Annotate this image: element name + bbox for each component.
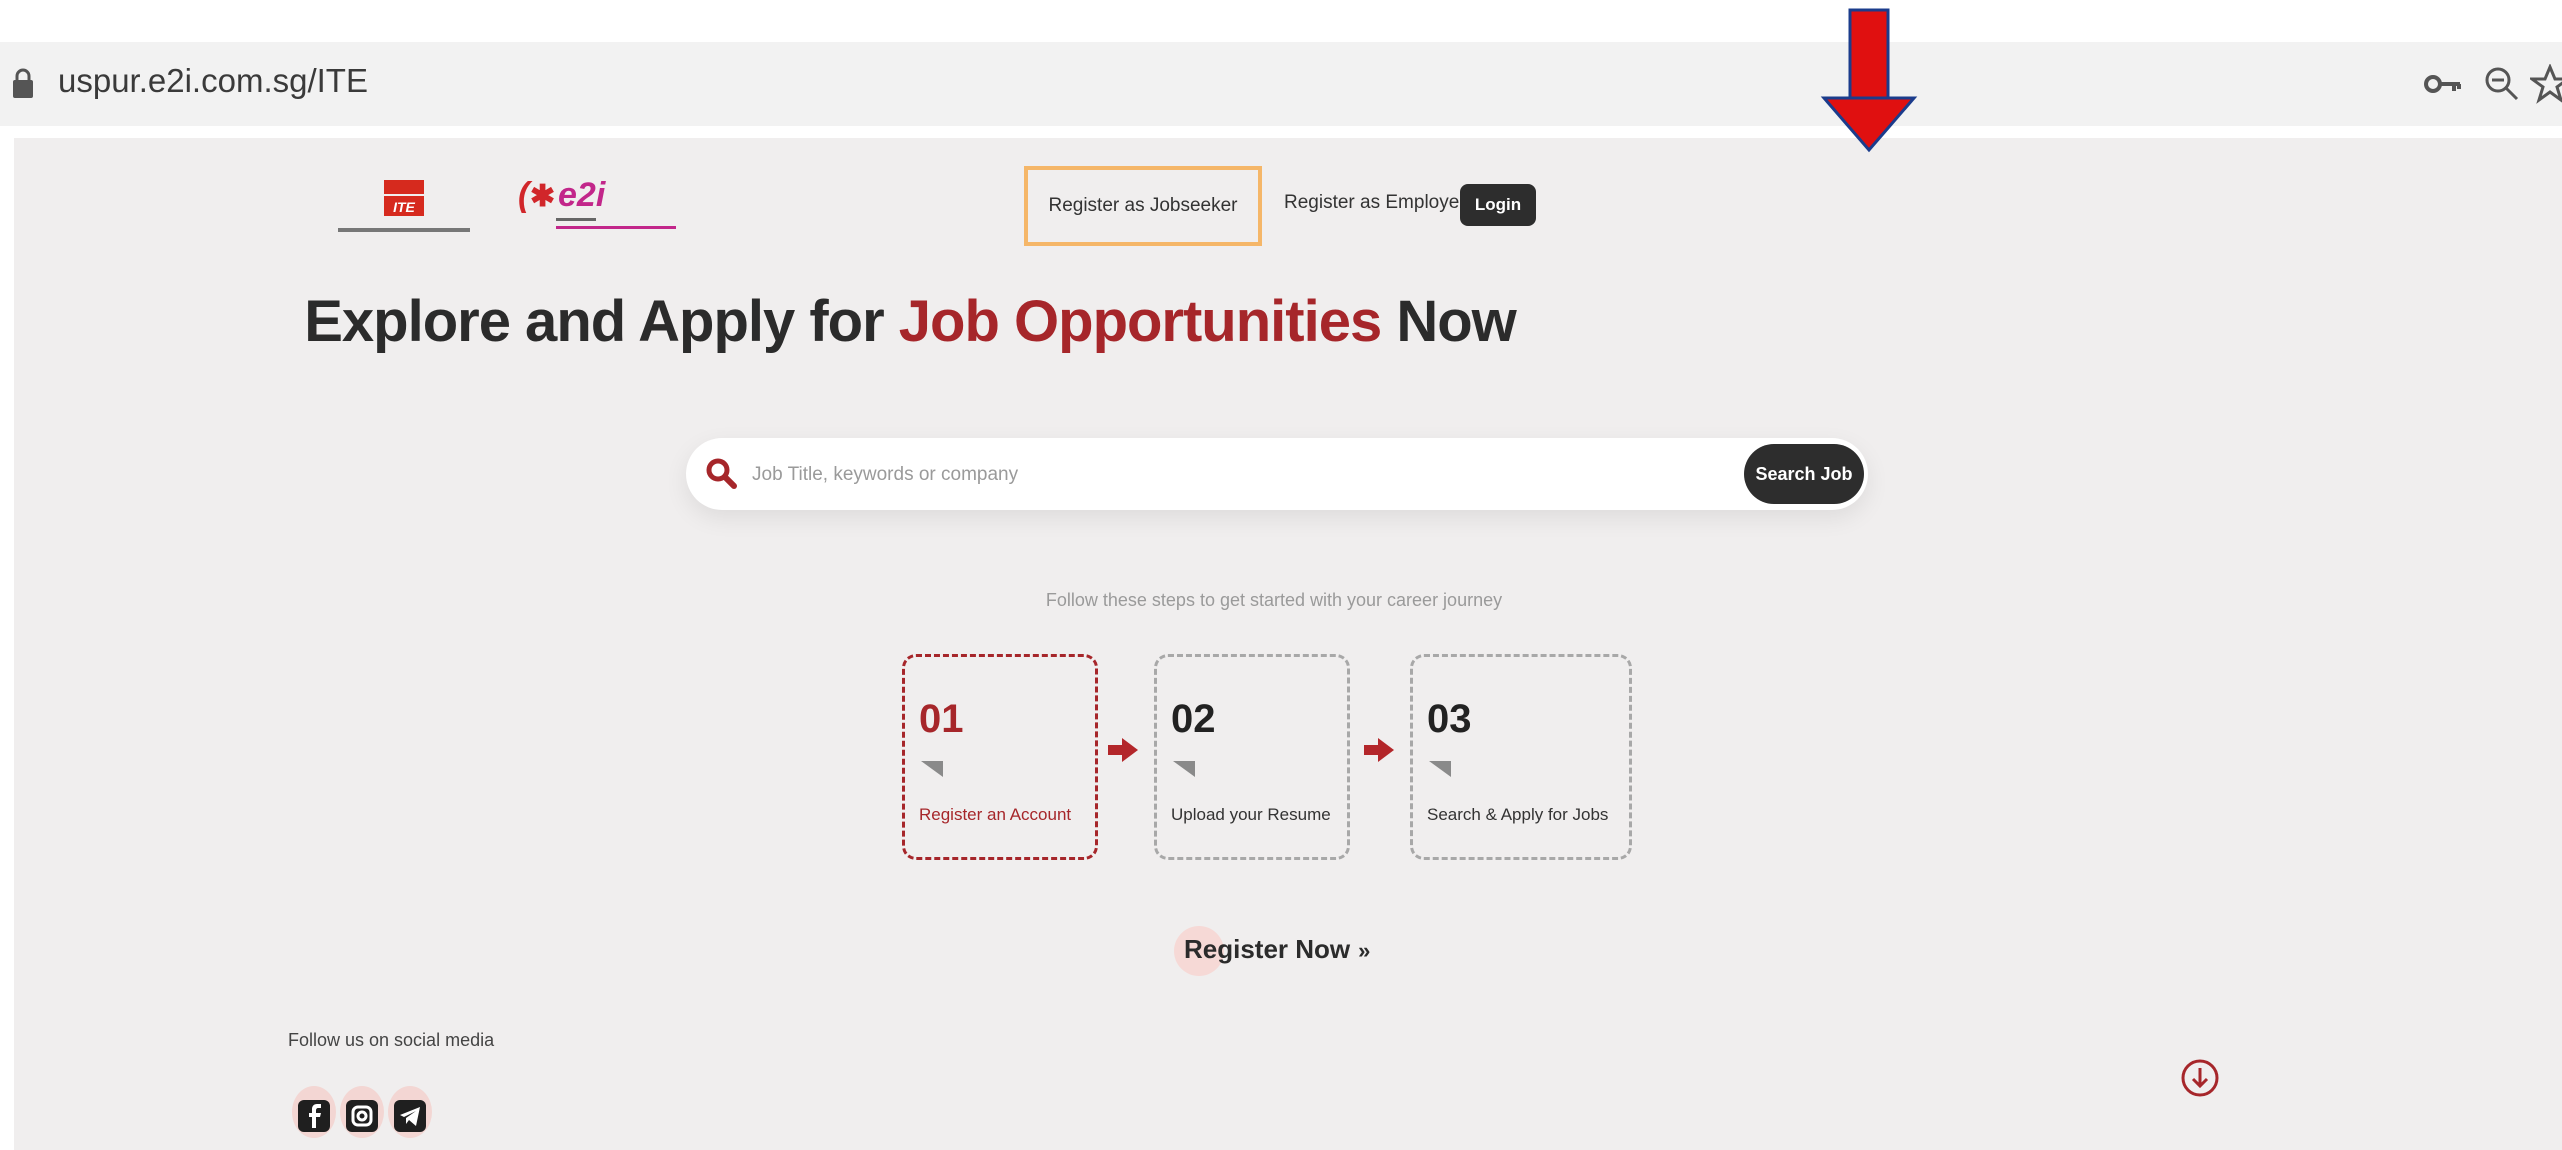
step-card-register[interactable]: 01 Register an Account <box>902 654 1098 860</box>
instagram-icon[interactable] <box>344 1098 380 1134</box>
step-label: Upload your Resume <box>1171 805 1331 824</box>
step-card-search-apply[interactable]: 03 Search & Apply for Jobs <box>1410 654 1632 860</box>
ite-logo[interactable]: ITE <box>334 178 474 250</box>
step-flag-icon <box>1173 761 1195 777</box>
search-bar: Search Job <box>686 438 1868 512</box>
step-label: Search & Apply for Jobs <box>1427 805 1609 824</box>
steps-caption: Follow these steps to get started with y… <box>1045 590 1503 610</box>
register-now-link[interactable]: Register Now » <box>1184 934 1370 965</box>
step-arrow-icon <box>1364 738 1394 762</box>
browser-address-bar: uspur.e2i.com.sg/ITE <box>0 42 2562 126</box>
svg-text:ITE: ITE <box>393 199 415 215</box>
register-jobseeker-label: Register as Jobseeker <box>1048 195 1238 216</box>
register-jobseeker-link[interactable]: Register as Jobseeker <box>1024 166 1262 246</box>
telegram-icon[interactable] <box>392 1098 428 1134</box>
page-content: ITE ( ✱ e2i Register as Jobseeker Regist… <box>14 138 2562 1150</box>
register-now-label: Register Now <box>1184 934 1351 964</box>
headline-accent: Job Opportunities <box>898 289 1382 354</box>
page-title: Explore and Apply for Job Opportunities … <box>14 288 1806 355</box>
social-caption: Follow us on social media <box>288 1030 495 1050</box>
key-icon[interactable] <box>2424 64 2464 104</box>
step-flag-icon <box>921 761 943 777</box>
step-number: 02 <box>1171 697 1216 741</box>
search-input[interactable] <box>750 438 1654 512</box>
e2i-logo[interactable]: ( ✱ e2i <box>514 168 714 248</box>
annotation-arrow-icon <box>1820 8 1918 153</box>
step-flag-icon <box>1429 761 1451 777</box>
scroll-down-icon[interactable] <box>2180 1058 2220 1098</box>
step-card-upload[interactable]: 02 Upload your Resume <box>1154 654 1350 860</box>
svg-text:e2i: e2i <box>558 176 607 214</box>
step-number: 01 <box>919 697 964 741</box>
search-icon <box>706 458 737 489</box>
headline-pre: Explore and Apply for <box>304 289 899 354</box>
register-employer-link[interactable]: Register as Employer <box>1284 192 1466 214</box>
url-text[interactable]: uspur.e2i.com.sg/ITE <box>58 62 368 100</box>
login-button[interactable]: Login <box>1460 184 1536 226</box>
star-icon[interactable] <box>2530 64 2562 104</box>
step-label: Register an Account <box>919 805 1072 824</box>
facebook-icon[interactable] <box>296 1098 332 1134</box>
search-job-button[interactable]: Search Job <box>1744 444 1864 504</box>
headline-post: Now <box>1381 289 1516 354</box>
step-arrow-icon <box>1108 738 1138 762</box>
zoom-out-icon[interactable] <box>2482 64 2522 104</box>
double-chevron-right-icon: » <box>1358 938 1371 963</box>
step-number: 03 <box>1427 697 1472 741</box>
lock-icon <box>13 68 33 98</box>
svg-text:✱: ✱ <box>530 180 555 213</box>
